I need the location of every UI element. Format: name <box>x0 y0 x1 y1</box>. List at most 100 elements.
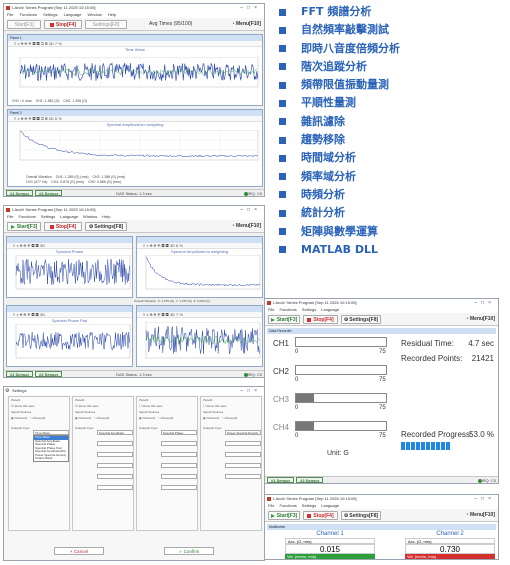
menu-file[interactable]: File <box>268 307 274 312</box>
option-select[interactable] <box>97 474 133 479</box>
sensor-tab-1[interactable]: #1 Sensor <box>6 190 34 196</box>
menu-language[interactable]: Language <box>64 12 82 17</box>
option-select[interactable] <box>97 485 133 490</box>
sensor-tab-2[interactable]: #2 Sensor <box>35 371 63 377</box>
option-select[interactable] <box>225 452 261 457</box>
sensor-tab-1[interactable]: #1 Sensor <box>6 371 34 377</box>
device-label: CIRQ: C5 <box>478 478 496 483</box>
menu-button[interactable]: ◔ Menu[F10] <box>232 20 261 29</box>
settings-button[interactable]: ⚙Settings[F8] <box>341 511 381 520</box>
menu-settings[interactable]: Settings <box>41 214 55 219</box>
bullet-icon <box>279 246 286 254</box>
sensor-tab-2[interactable]: #2 Sensor <box>35 190 63 196</box>
time-wave-panel: Panel 1 ≡ ⌕ ⊕ ⊖ ✥ ▤ ▦ ◫ ⊞ 3D 7 % Time Wa… <box>7 34 263 106</box>
start-button[interactable]: Start[F3] <box>268 315 300 324</box>
menu-language[interactable]: Language <box>321 307 339 312</box>
menu-functions[interactable]: Functions <box>279 307 296 312</box>
panel-title: Spectral Amplitude/no weighting <box>171 249 228 254</box>
menu-file[interactable]: File <box>7 214 13 219</box>
menu-settings[interactable]: Settings <box>302 503 316 508</box>
bullet-icon <box>279 136 286 144</box>
cancel-button[interactable]: × Cancel <box>54 547 104 555</box>
menu-button[interactable]: ◔ Menu[F10] <box>466 511 495 520</box>
feature-item: 趨勢移除 <box>276 131 506 149</box>
option-select[interactable] <box>225 474 261 479</box>
spectrum-panel: Panel 2 ≡ ⌕ ⊕ ⊖ ✥ ▤ ▦ ◫ ⊞ 3D 6 % Spectra… <box>7 109 263 187</box>
panel-header: Panel 2 <box>8 110 262 116</box>
menu-functions[interactable]: Functions <box>20 12 37 17</box>
window-title: I-AnaV Series Program [Sep 11 2025 10:15… <box>12 5 96 10</box>
scale-min: 0 <box>295 405 299 411</box>
panel-header <box>7 237 132 243</box>
progress-segment <box>416 442 420 450</box>
feature-label: 趨勢移除 <box>301 133 345 147</box>
option-select[interactable] <box>225 463 261 468</box>
option-select[interactable] <box>97 452 133 457</box>
scale-max: 75 <box>379 377 386 383</box>
analysis-type-dropdown[interactable]: Time Wave Spectral Amplitude Spectral Ph… <box>33 435 69 462</box>
menu-window[interactable]: Window <box>83 214 97 219</box>
sensor-tab-2[interactable]: #2 Sensor <box>296 477 324 483</box>
device-label: CIRQ: C5 <box>244 372 262 377</box>
settings-button[interactable]: ⚙Settings[F8] <box>341 315 381 324</box>
channel-label: CH4 <box>273 423 290 432</box>
channel-level-fill <box>296 394 314 402</box>
menu-settings[interactable]: Settings <box>43 12 57 17</box>
window-controls[interactable]: –□× <box>240 4 261 12</box>
option-select[interactable] <box>161 452 197 457</box>
window-controls[interactable]: –□× <box>240 206 261 214</box>
stop-button[interactable]: Stop[F4] <box>44 222 82 231</box>
channel-radios[interactable]: ◉ Channel1 ○ Channel2 <box>73 415 133 421</box>
start-button[interactable]: Start[F3] <box>7 222 41 231</box>
recorded-points-label: Recorded Points: <box>401 354 463 363</box>
option-select[interactable] <box>161 463 197 468</box>
menu-icon: ◔ <box>231 223 235 229</box>
menu-file[interactable]: File <box>268 503 274 508</box>
option-select[interactable] <box>97 463 133 468</box>
menu-file[interactable]: File <box>7 12 13 17</box>
feature-item: MATLAB DLL <box>276 241 506 259</box>
dropdown-option[interactable]: Octave Band <box>34 456 68 461</box>
option-select[interactable] <box>97 441 133 446</box>
menu-language[interactable]: Language <box>321 503 339 508</box>
analysis-type-select[interactable]: Power Spectral Density <box>225 430 261 435</box>
confirm-button[interactable]: ✓ Confirm <box>164 547 214 555</box>
menu-window[interactable]: Window <box>88 12 102 17</box>
feature-item: 頻帶限值振動量測 <box>276 76 506 94</box>
option-select[interactable] <box>225 441 261 446</box>
start-button[interactable]: Start[F3] <box>7 20 41 29</box>
channel-radios[interactable]: ◉ Channel1 ○ Channel2 <box>137 415 197 421</box>
menu-language[interactable]: Language <box>60 214 78 219</box>
analysis-type-select[interactable]: Spectral Amplitude <box>97 430 133 435</box>
feature-item: 矩陣與數學運算 <box>276 223 506 241</box>
option-select[interactable] <box>161 441 197 446</box>
channel-1-title: Channel 1 <box>316 531 344 537</box>
analysis-type-select[interactable]: Spectral Phase <box>161 430 197 435</box>
window-controls[interactable]: –□× <box>240 387 261 395</box>
menu-settings[interactable]: Settings <box>302 307 316 312</box>
channel-radios[interactable]: ◉ Channel1 ○ Channel2 <box>9 415 69 421</box>
settings-button[interactable]: ⚙Settings[F8] <box>85 222 127 231</box>
menu-button[interactable]: ◔ Menu[F10] <box>232 222 261 231</box>
dialog-titlebar: ⚙ Settings –□× <box>4 387 264 395</box>
stop-button[interactable]: Stop[F4] <box>303 315 338 324</box>
channel-radios[interactable]: ◉ Channel1 ○ Channel2 <box>201 415 261 421</box>
window-controls[interactable]: –□× <box>474 495 495 503</box>
menu-help[interactable]: Help <box>102 214 110 219</box>
stop-button[interactable]: Stop[F4] <box>303 511 338 520</box>
stop-button[interactable]: Stop[F4] <box>44 20 82 29</box>
settings-button[interactable]: Settings[F8] <box>85 20 127 29</box>
option-select[interactable] <box>161 474 197 479</box>
menu-button[interactable]: ◔ Menu[F10] <box>466 315 495 324</box>
panel-toolbar[interactable]: ≡ ⌕ ⊕ ⊖ ✥ ▤ ▦ 3D 7 % <box>137 312 262 318</box>
device-label: CIRQ: C5 <box>244 191 262 196</box>
gear-icon: ⚙ <box>343 317 349 323</box>
menu-help[interactable]: Help <box>108 12 116 17</box>
menu-functions[interactable]: Functions <box>279 503 296 508</box>
sensor-tab-1[interactable]: #1 Sensor <box>267 477 295 483</box>
window-controls[interactable]: –□× <box>474 299 495 307</box>
option-select[interactable] <box>161 485 197 490</box>
start-button[interactable]: Start[F3] <box>268 511 300 520</box>
feature-label: 矩陣與數學運算 <box>301 224 378 238</box>
menu-functions[interactable]: Functions <box>18 214 35 219</box>
